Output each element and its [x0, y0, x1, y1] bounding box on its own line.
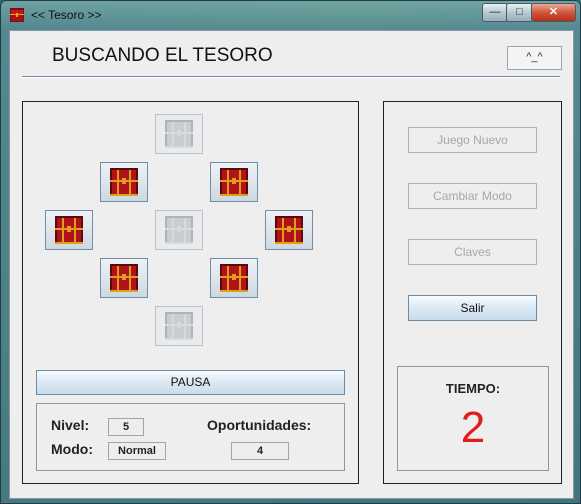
treasure-chest-icon — [165, 216, 193, 244]
treasure-chest-icon — [110, 264, 138, 292]
treasure-chest-icon — [165, 312, 193, 340]
chest-button-bottom — [155, 306, 203, 346]
exit-button[interactable]: Salir — [408, 295, 537, 321]
modo-label: Modo: — [51, 441, 93, 457]
smile-button[interactable]: ^_^ — [507, 46, 562, 70]
status-panel: Nivel: 5 Modo: Normal Oportunidades: 4 — [36, 403, 345, 471]
minimize-button[interactable]: — — [482, 3, 508, 22]
chest-button-center — [155, 210, 203, 250]
header-divider — [22, 76, 560, 78]
change-mode-button[interactable]: Cambiar Modo — [408, 183, 537, 209]
treasure-chest-icon — [220, 168, 248, 196]
close-icon: ✕ — [548, 6, 559, 18]
oportunidades-value: 4 — [231, 442, 289, 460]
chest-button-upper-left[interactable] — [100, 162, 148, 202]
treasure-chest-icon — [220, 264, 248, 292]
treasure-chest-icon — [10, 8, 24, 22]
nivel-value: 5 — [108, 418, 144, 436]
title-bar[interactable]: << Tesoro >> — □ ✕ — [1, 1, 580, 29]
nivel-label: Nivel: — [51, 417, 90, 433]
timer-panel: TIEMPO: 2 — [397, 366, 549, 471]
chest-button-left[interactable] — [45, 210, 93, 250]
menu-panel: Juego Nuevo Cambiar Modo Claves Salir TI… — [383, 101, 562, 484]
treasure-chest-icon — [55, 216, 83, 244]
page-title: BUSCANDO EL TESORO — [52, 45, 273, 66]
oportunidades-label: Oportunidades: — [207, 417, 312, 433]
chest-button-top — [155, 114, 203, 154]
treasure-chest-icon — [110, 168, 138, 196]
chest-button-upper-right[interactable] — [210, 162, 258, 202]
keys-button[interactable]: Claves — [408, 239, 537, 265]
pause-button[interactable]: PAUSA — [36, 370, 345, 395]
timer-label: TIEMPO: — [445, 381, 501, 396]
maximize-icon: □ — [516, 6, 523, 18]
chest-button-lower-right[interactable] — [210, 258, 258, 298]
close-button[interactable]: ✕ — [531, 3, 576, 22]
minimize-icon: — — [489, 6, 501, 18]
new-game-button[interactable]: Juego Nuevo — [408, 127, 537, 153]
chest-button-lower-left[interactable] — [100, 258, 148, 298]
timer-value: 2 — [460, 403, 486, 452]
client-area: BUSCANDO EL TESORO ^_^ PAUSA Nivel: 5 Mo… — [9, 30, 574, 499]
treasure-chest-icon — [275, 216, 303, 244]
game-board-panel: PAUSA Nivel: 5 Modo: Normal Oportunidade… — [22, 101, 359, 484]
modo-value: Normal — [108, 442, 166, 460]
maximize-button[interactable]: □ — [506, 3, 533, 22]
chest-button-right[interactable] — [265, 210, 313, 250]
window-title: << Tesoro >> — [31, 8, 102, 22]
app-window: << Tesoro >> — □ ✕ BUSCANDO EL TESORO ^_… — [0, 0, 581, 504]
treasure-chest-icon — [165, 120, 193, 148]
